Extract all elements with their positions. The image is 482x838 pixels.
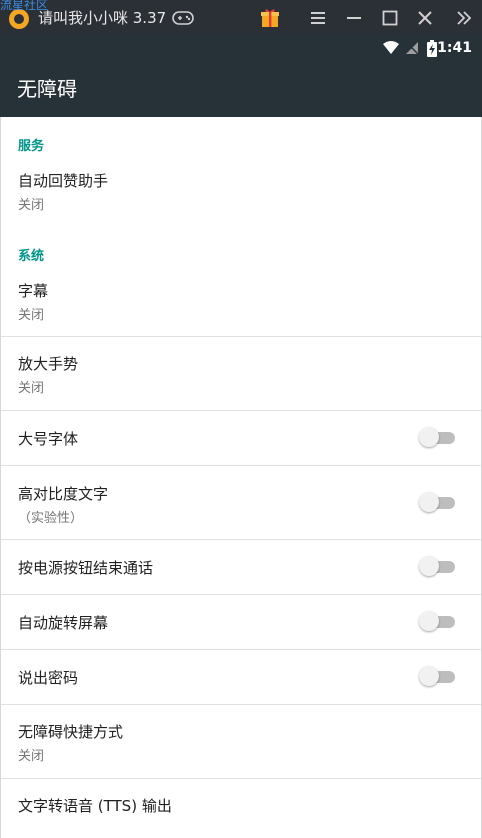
status-time: 1:41 [437,40,472,56]
emulator-title-bar: 流星社区 请叫我小小咪 3.37 [0,0,482,36]
menu-icon[interactable] [306,6,330,30]
speak-passwords-switch[interactable] [419,665,457,687]
auto-rotate-screen-switch[interactable] [419,610,457,632]
gift-icon[interactable] [258,6,282,30]
pref-item-magnification-gestures[interactable]: 放大手势 关闭 [1,337,481,410]
close-icon[interactable] [413,6,437,30]
action-bar: 无障碍 [0,61,482,117]
pref-title: 大号字体 [18,430,79,448]
pref-title: 高对比度文字 [18,485,109,503]
pref-item-power-button-ends-call[interactable]: 按电源按钮结束通话 [1,540,481,594]
pref-title: 说出密码 [18,669,79,687]
pref-item-tts-output[interactable]: 文字转语音 (TTS) 输出 [1,779,481,838]
pref-item-accessibility-shortcut[interactable]: 无障碍快捷方式 关闭 [1,705,481,778]
switch-thumb [419,611,439,631]
gamepad-icon[interactable] [172,10,194,26]
status-bar: 1:41 [0,36,482,61]
switch-thumb [419,427,439,447]
pref-title: 自动旋转屏幕 [18,614,109,632]
settings-list[interactable]: 服务 自动回赞助手 关闭 系统 字幕 关闭 放大手势 关闭 大号字体 高对比度文… [0,117,482,838]
pref-summary: 关闭 [18,198,45,213]
category-header-services: 服务 [18,139,45,154]
pref-item-captions[interactable]: 字幕 关闭 [1,269,481,335]
pref-item-auto-rotate-screen[interactable]: 自动旋转屏幕 [1,595,481,649]
high-contrast-text-switch[interactable] [419,491,457,513]
pref-title: 放大手势 [18,355,79,373]
page-title: 无障碍 [17,77,77,101]
emulator-title: 请叫我小小咪 3.37 [38,9,167,27]
pref-title: 按电源按钮结束通话 [18,559,154,577]
app-logo-icon [9,9,29,29]
pref-item-speak-passwords[interactable]: 说出密码 [1,650,481,704]
pref-title: 无障碍快捷方式 [18,723,124,741]
pref-summary: 关闭 [18,308,45,323]
pref-item-auto-like-assistant[interactable]: 自动回赞助手 关闭 [1,159,481,225]
switch-thumb [419,492,439,512]
pref-item-large-text[interactable]: 大号字体 [1,411,481,465]
expand-sidebar-icon[interactable] [452,6,476,30]
pref-title: 字幕 [18,282,49,300]
no-signal-icon [406,42,419,55]
pref-summary: （实验性） [18,511,84,526]
wifi-icon [383,41,399,54]
switch-thumb [419,666,439,686]
pref-summary: 关闭 [18,381,45,396]
pref-title: 文字转语音 (TTS) 输出 [18,797,172,815]
pref-summary: 关闭 [18,749,45,764]
category-header-system: 系统 [18,249,45,264]
switch-thumb [419,556,439,576]
pref-title: 自动回赞助手 [18,172,109,190]
maximize-icon[interactable] [378,6,402,30]
large-text-switch[interactable] [419,426,457,448]
minimize-icon[interactable] [342,6,366,30]
pref-item-high-contrast-text[interactable]: 高对比度文字 （实验性） [1,466,481,539]
power-button-ends-call-switch[interactable] [419,555,457,577]
